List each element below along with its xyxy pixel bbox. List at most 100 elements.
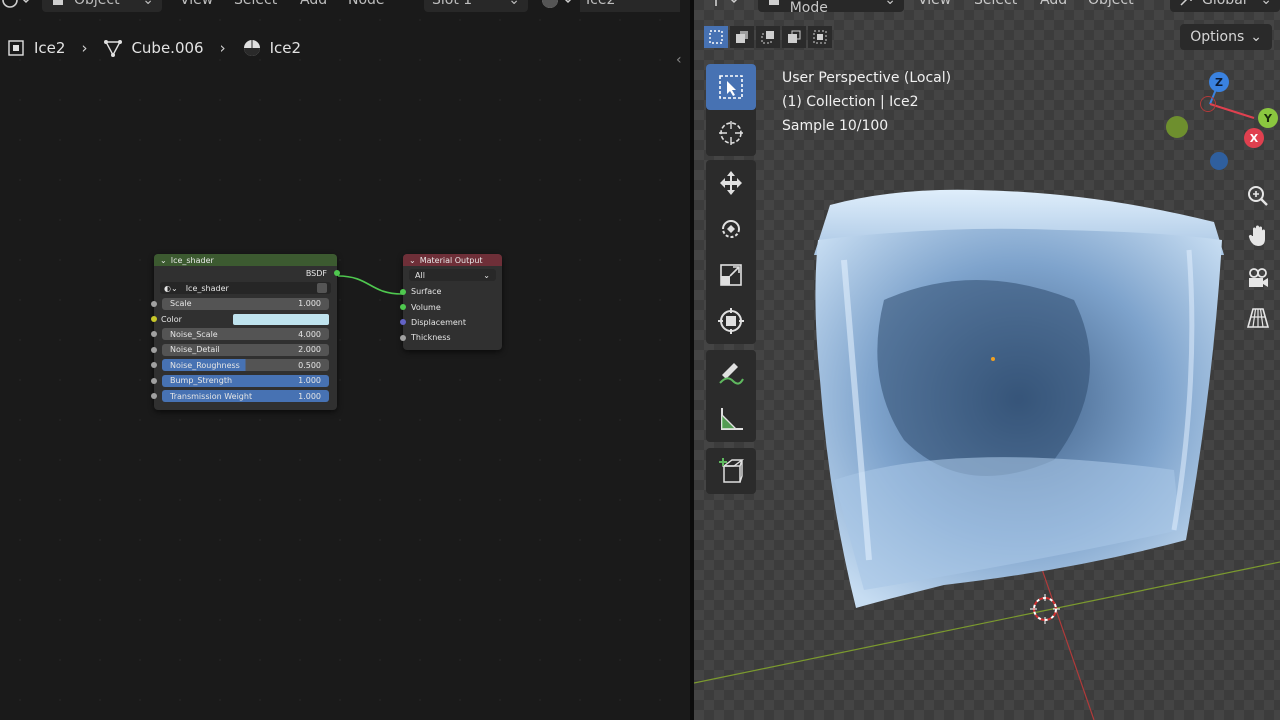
- perspective-toggle-button[interactable]: [1244, 304, 1272, 332]
- scale-tool[interactable]: [706, 252, 756, 298]
- thickness-input-socket[interactable]: [400, 334, 406, 341]
- material-sphere-icon: [242, 38, 262, 58]
- cursor-icon: [719, 121, 743, 145]
- grid-perspective-icon: [1247, 308, 1269, 328]
- scale-field[interactable]: Scale 1.000: [162, 297, 329, 310]
- select-difference-button[interactable]: [782, 26, 806, 48]
- editor-type-button[interactable]: [0, 0, 30, 12]
- node-group-selector[interactable]: ◐⌄ Ice_shader: [160, 282, 331, 294]
- target-dropdown[interactable]: All ⌄: [409, 269, 496, 281]
- measure-tool[interactable]: [706, 396, 756, 442]
- menu-node[interactable]: Node: [348, 0, 385, 12]
- menu-select[interactable]: Select: [974, 0, 1017, 12]
- gizmo-neg-y-axis[interactable]: [1166, 116, 1188, 138]
- select-subtract-button[interactable]: [756, 26, 780, 48]
- input-row-scale: Scale 1.000: [151, 296, 337, 311]
- add-cube-tool[interactable]: [706, 448, 756, 494]
- move-icon: [720, 171, 742, 195]
- gizmo-x-axis[interactable]: X: [1244, 128, 1264, 148]
- input-socket[interactable]: [151, 393, 157, 400]
- transform-pivot-button[interactable]: [704, 0, 744, 12]
- camera-view-button[interactable]: [1244, 264, 1272, 292]
- color-input-socket[interactable]: [151, 316, 157, 323]
- options-label: Options: [1190, 29, 1245, 45]
- field-value: 1.000: [298, 391, 321, 401]
- zoom-icon: [1248, 186, 1268, 206]
- field-value: 0.500: [298, 360, 321, 370]
- mode-dropdown[interactable]: Object Mode ⌄: [758, 0, 904, 16]
- orientation-icon: [1180, 0, 1192, 6]
- viewport-info-overlay: User Perspective (Local) (1) Collection …: [782, 66, 951, 138]
- output-node-header[interactable]: ⌄ Material Output: [403, 254, 502, 266]
- options-dropdown[interactable]: Options ⌄: [1180, 24, 1272, 50]
- transform-tool[interactable]: [706, 298, 756, 344]
- select-intersect-button[interactable]: [808, 26, 832, 48]
- zoom-button[interactable]: [1244, 182, 1272, 210]
- bsdf-surface-link[interactable]: [337, 275, 403, 295]
- gizmo-z-label: Z: [1215, 75, 1223, 89]
- fake-user-icon[interactable]: [317, 283, 327, 293]
- color-swatch[interactable]: [233, 313, 329, 325]
- move-tool[interactable]: [706, 160, 756, 206]
- gizmo-y-axis[interactable]: Y: [1258, 108, 1278, 128]
- mesh-data-icon: [103, 38, 123, 58]
- menu-view[interactable]: View: [918, 0, 951, 12]
- ice-shader-group-node[interactable]: ⌄ Ice_shader BSDF ◐⌄ Ice_shader Scale 1.0…: [151, 254, 340, 410]
- sidebar-toggle-icon[interactable]: ‹: [676, 52, 682, 68]
- group-node-title: Ice_shader: [170, 255, 214, 265]
- collapse-arrow-icon[interactable]: ⌄: [409, 256, 416, 265]
- rotate-tool[interactable]: [706, 206, 756, 252]
- material-output-node[interactable]: ⌄ Material Output All ⌄ Surface Volume D…: [400, 254, 502, 350]
- hand-icon: [1248, 225, 1265, 246]
- noise-scale-field[interactable]: Noise_Scale 4.000: [162, 328, 329, 341]
- input-socket[interactable]: [151, 331, 157, 338]
- orientation-dropdown[interactable]: Global ⌄: [1170, 0, 1280, 12]
- field-label: Scale: [170, 299, 192, 309]
- chevron-down-icon: ⌄: [508, 0, 520, 8]
- navigation-gizmo[interactable]: Z Y X: [1160, 64, 1280, 174]
- noise-detail-field[interactable]: Noise_Detail 2.000: [162, 343, 329, 356]
- slot-dropdown[interactable]: Slot 1 ⌄: [424, 0, 528, 12]
- input-row-color: Color: [151, 311, 337, 326]
- menu-add[interactable]: Add: [300, 0, 327, 12]
- select-box-tool[interactable]: [706, 64, 756, 110]
- target-row: All ⌄: [403, 266, 502, 284]
- menu-add[interactable]: Add: [1040, 0, 1067, 12]
- bsdf-output-socket[interactable]: [334, 270, 340, 276]
- surface-input-socket[interactable]: [400, 288, 406, 295]
- ice-cube-object[interactable]: [814, 189, 1224, 608]
- annotate-tool[interactable]: [706, 350, 756, 396]
- transmission-weight-field[interactable]: Transmission Weight 1.000: [162, 390, 329, 403]
- select-extend-button[interactable]: [730, 26, 754, 48]
- node-tree-icon: ◐⌄: [164, 283, 178, 293]
- output-row-bsdf: BSDF: [154, 266, 340, 280]
- chevron-down-icon: ⌄: [884, 0, 896, 8]
- input-socket[interactable]: [151, 300, 157, 307]
- group-node-header[interactable]: ⌄ Ice_shader: [154, 254, 337, 266]
- select-new-button[interactable]: [704, 26, 728, 48]
- material-browse-button[interactable]: [536, 0, 576, 12]
- gizmo-neg-x-axis[interactable]: [1200, 96, 1216, 112]
- bump-strength-field[interactable]: Bump_Strength 1.000: [162, 374, 329, 387]
- selection-mode-group: [704, 26, 832, 48]
- object-type-dropdown[interactable]: Object ⌄: [42, 0, 162, 12]
- material-name-field[interactable]: Ice2: [580, 0, 680, 12]
- pan-button[interactable]: [1244, 222, 1272, 250]
- input-socket[interactable]: [151, 346, 157, 353]
- menu-object[interactable]: Object: [1088, 0, 1134, 12]
- collapse-arrow-icon[interactable]: ⌄: [160, 256, 167, 265]
- gizmo-neg-z-axis[interactable]: [1210, 152, 1228, 170]
- input-socket[interactable]: [151, 362, 157, 369]
- menu-view[interactable]: View: [180, 0, 213, 12]
- node-editor[interactable]: Object ⌄ View Select Add Node Slot 1 ⌄ I…: [0, 0, 690, 720]
- gizmo-z-axis[interactable]: Z: [1209, 72, 1229, 92]
- 3d-viewport[interactable]: Object Mode ⌄ View Select Add Object Glo…: [694, 0, 1280, 720]
- input-row-bump-strength: Bump_Strength 1.000: [151, 373, 337, 388]
- input-socket[interactable]: [151, 377, 157, 384]
- cursor-tool[interactable]: [706, 110, 756, 156]
- 3d-cursor[interactable]: [1030, 594, 1060, 624]
- breadcrumb-mesh: Cube.006: [131, 39, 204, 57]
- noise-roughness-field[interactable]: Noise_Roughness 0.500: [162, 359, 329, 372]
- menu-select[interactable]: Select: [234, 0, 277, 12]
- camera-icon: [1249, 268, 1268, 287]
